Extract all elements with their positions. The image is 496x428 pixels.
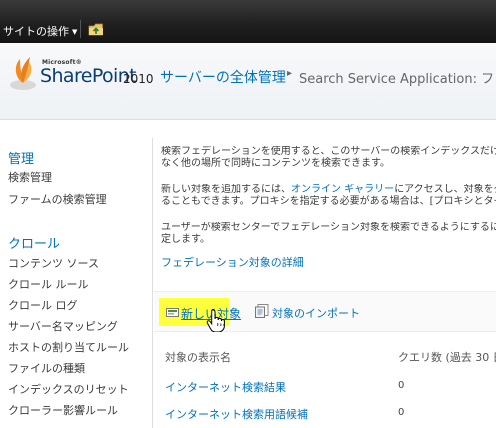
column-header-display-name[interactable]: 対象の表示名 (165, 349, 231, 365)
nav-item-file-types[interactable]: ファイルの種類 (8, 360, 85, 376)
breadcrumb-separator-icon: ▸ (287, 68, 293, 79)
nav-item-crawl-log[interactable]: クロール ログ (8, 297, 78, 313)
nav-item-content-sources[interactable]: コンテンツ ソース (8, 255, 99, 271)
location-name-link[interactable]: インターネット検索結果 (165, 379, 286, 395)
breadcrumb-current-page: Search Service Application: フェ (299, 72, 496, 87)
description-line: 定します。 (161, 234, 210, 245)
description-paragraph-1: 検索フェデレーションを使用すると、このサーバーの検索インデックスだけで なく他の… (161, 146, 496, 170)
description-line: なく他の場所で同時にコンテンツを検索できます。 (161, 158, 390, 169)
ribbon-bar: サイトの操作 ▼ (0, 0, 496, 43)
description-text: 新しい対象を追加するには、 (161, 184, 291, 195)
nav-heading-crawl[interactable]: クロール (8, 233, 60, 252)
ribbon-separator (80, 20, 81, 38)
description-line: ユーザーが検索センターでフェデレーション対象を検索できるようにするには (161, 222, 496, 233)
sharepoint-logo: Microsoft® SharePoint 2010 (8, 55, 156, 95)
nav-heading-admin[interactable]: 管理 (8, 148, 34, 167)
description-line: 検索フェデレーションを使用すると、このサーバーの検索インデックスだけで (161, 146, 496, 157)
import-location-link[interactable]: 対象のインポート (272, 305, 360, 321)
site-actions-label: サイトの操作 (3, 25, 69, 38)
site-actions-menu[interactable]: サイトの操作 ▼ (3, 23, 77, 39)
title-area: Microsoft® SharePoint 2010 サーバーの全体管理 ▸ S… (0, 43, 496, 120)
nav-item-search-admin[interactable]: 検索管理 (8, 169, 52, 185)
logo-product-text: SharePoint (40, 65, 137, 87)
list-toolbar: 新しい対象 対象のインポート (154, 291, 496, 332)
description-paragraph-3: ユーザーが検索センターでフェデレーション対象を検索できるようにするには 定します… (161, 222, 496, 246)
breadcrumb-site-title[interactable]: サーバーの全体管理 (160, 67, 286, 87)
nav-item-crawl-rules[interactable]: クロール ルール (8, 276, 89, 292)
description-line: ることもできます。プロキシを指定する必要がある場合は、[プロキシとタイム (161, 196, 496, 207)
sharepoint-flower-icon (10, 57, 36, 90)
logo-version-text: 2010 (123, 72, 154, 86)
hand-pointer-cursor-icon (206, 308, 225, 332)
description-text: にアクセスし、対象をダウ (394, 184, 496, 195)
folder-navigate-up-icon[interactable] (88, 22, 104, 36)
location-query-count: 0 (398, 407, 405, 418)
nav-item-host-distribution-rules[interactable]: ホストの割り当てルール (8, 339, 129, 355)
quick-launch: 管理 検索管理 ファームの検索管理 クロール コンテンツ ソース クロール ルー… (0, 138, 153, 428)
online-gallery-link[interactable]: オンライン ギャラリー (291, 184, 394, 195)
nav-item-index-reset[interactable]: インデックスのリセット (8, 381, 129, 397)
dropdown-arrow-icon: ▼ (72, 28, 78, 36)
nav-item-farm-search-admin[interactable]: ファームの検索管理 (8, 191, 107, 207)
description-paragraph-2: 新しい対象を追加するには、オンライン ギャラリーにアクセスし、対象をダウ ること… (161, 184, 496, 208)
column-header-query-count[interactable]: クエリ数 (過去 30 日 (398, 349, 496, 365)
learn-more-federated-locations-link[interactable]: フェデレーション対象の詳細 (161, 254, 304, 270)
location-query-count: 0 (398, 380, 405, 391)
import-icon[interactable] (255, 304, 269, 318)
location-name-link[interactable]: インターネット検索用語候補 (165, 406, 308, 422)
new-item-icon (166, 308, 179, 317)
nav-item-crawler-impact-rules[interactable]: クローラー影響ルール (8, 402, 118, 418)
nav-item-server-name-mappings[interactable]: サーバー名マッピング (8, 318, 118, 334)
description-line: 新しい対象を追加するには、オンライン ギャラリーにアクセスし、対象をダウ (161, 184, 496, 196)
